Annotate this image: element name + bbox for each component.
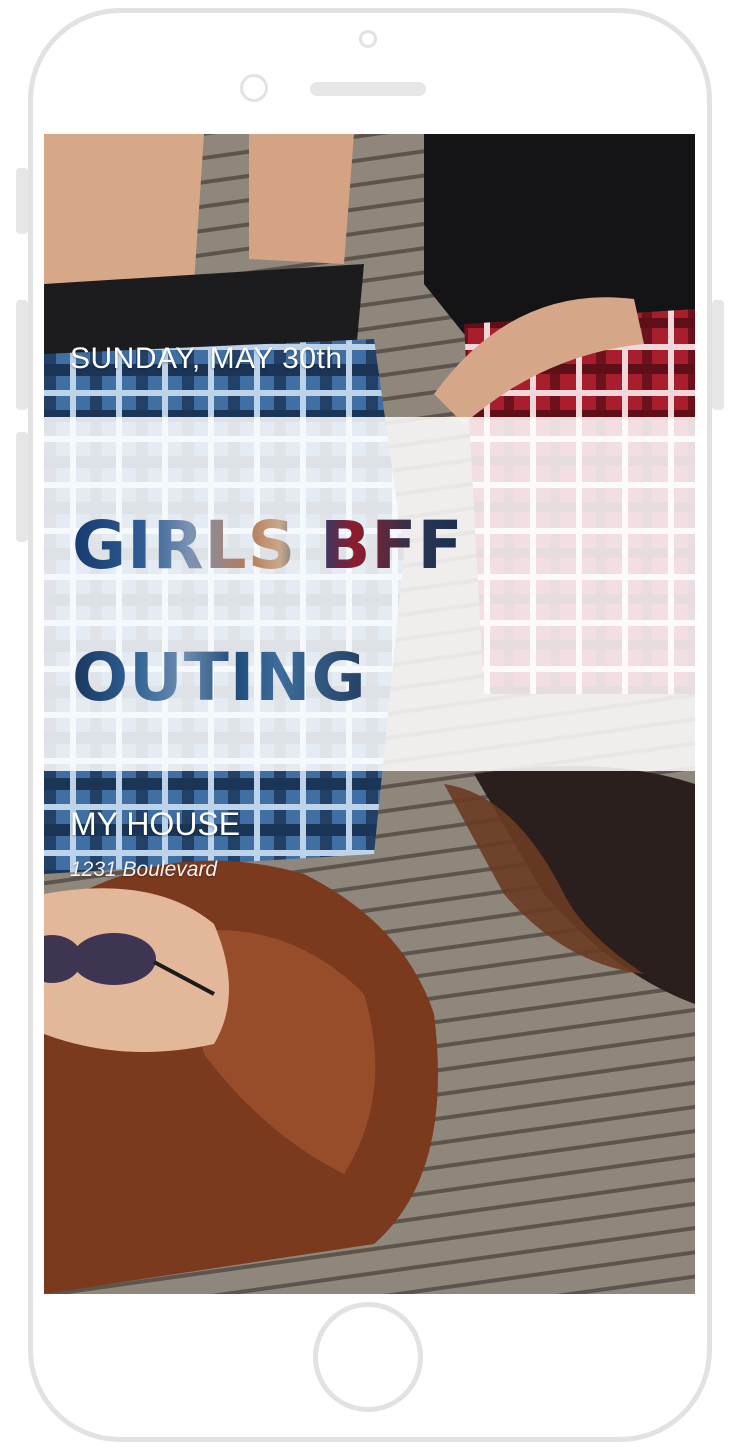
invitation-screen: SUNDAY, MAY 30th GIRLS BFF OUTING MY HOU… <box>44 134 695 1294</box>
speaker-icon <box>310 82 426 96</box>
power-button <box>712 300 724 410</box>
volume-down-button <box>16 432 28 542</box>
event-title-line-1: GIRLS BFF <box>72 507 464 584</box>
proximity-sensor-icon <box>359 30 377 48</box>
event-date: SUNDAY, MAY 30th <box>70 342 343 375</box>
venue-address: 1231 Boulevard <box>70 858 218 881</box>
mute-switch <box>16 168 28 234</box>
front-camera-icon <box>240 74 268 102</box>
volume-up-button <box>16 300 28 410</box>
title-band: GIRLS BFF OUTING <box>44 417 695 771</box>
event-title-line-2: OUTING <box>72 639 367 716</box>
home-button-icon[interactable] <box>313 1302 423 1412</box>
venue-name: MY HOUSE <box>70 806 241 842</box>
